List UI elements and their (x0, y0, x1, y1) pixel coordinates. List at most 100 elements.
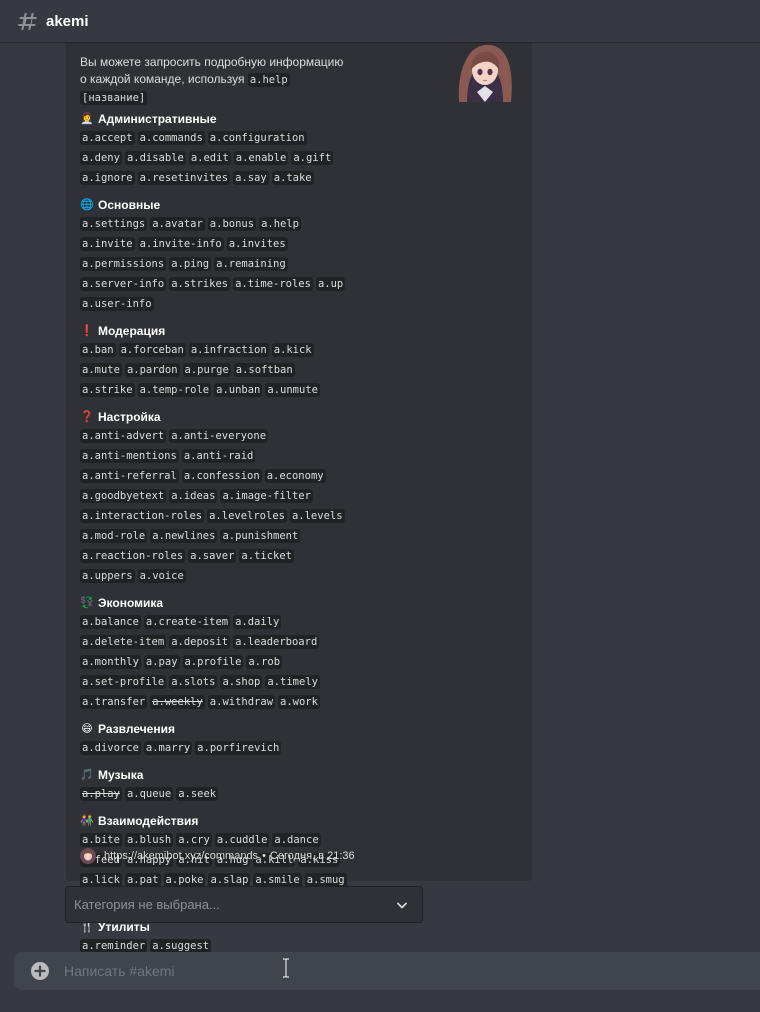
command-code: a.strikes (169, 277, 231, 291)
command-code: a.marry (143, 741, 193, 755)
command-code: a.mod-role (80, 529, 148, 543)
command-code: a.cuddle (214, 833, 270, 847)
category-emoji-icon: 😄 (81, 723, 93, 735)
command-code: a.temp-role (137, 383, 212, 397)
command-code: a.pat (124, 873, 161, 887)
command-code: a.dance (272, 833, 321, 847)
category-title-text: Административные (98, 112, 217, 126)
command-code: a.withdraw (207, 695, 276, 709)
command-list: a.ban a.forceban a.infraction a.kick a.m… (80, 342, 350, 402)
category-block: 😄 Развлечения a.divorce a.marry a.porfirev… (80, 720, 350, 760)
command-code: a.play (80, 787, 122, 801)
command-code: a.queue (124, 787, 174, 801)
footer-separator: • (262, 850, 266, 862)
command-code: a.daily (233, 615, 282, 629)
command-code: a.cry (176, 833, 212, 847)
command-code: a.slap (208, 873, 251, 887)
command-code: a.strike (80, 383, 135, 397)
command-code: a.server-info (80, 277, 167, 291)
description-text: Вы можете запросить подробную информацию… (80, 55, 344, 86)
category-title-text: Экономика (98, 596, 164, 610)
category-emoji-icon: ❗ (80, 325, 94, 337)
command-code: a.ban (80, 343, 116, 357)
category-title-text: Основные (98, 198, 161, 212)
category-emoji-icon: ❓ (80, 411, 94, 423)
category-select-placeholder: Категория не выбрана... (74, 897, 220, 912)
channel-name: akemi (46, 12, 89, 30)
command-code: a.resetinvites (137, 171, 231, 185)
category-block: ❓ Настройка a.anti-advert a.anti-everyone … (80, 408, 350, 588)
category-title: ❓ Настройка (80, 408, 350, 426)
command-code: a.anti-raid (181, 449, 256, 463)
command-code: a.disable (124, 151, 186, 165)
footer-timestamp: Сегодня, в 21:36 (269, 850, 355, 862)
category-block: 🎵 Музыка a.play a.queue a.seek (80, 766, 350, 806)
text-cursor-icon (283, 958, 289, 978)
command-code: a.configuration (207, 131, 307, 145)
command-code: a.monthly (80, 655, 141, 669)
command-code: a.deposit (169, 635, 231, 649)
command-code: a.softban (233, 363, 295, 377)
command-code: a.purge (182, 363, 231, 377)
command-code: a.economy (264, 469, 326, 483)
command-code: a.uppers (80, 569, 135, 583)
command-code: a.unmute (265, 383, 320, 397)
command-code: a.pardon (124, 363, 180, 377)
command-code: a.reminder (80, 939, 148, 953)
category-title: 👫 Взаимодействия (80, 812, 350, 830)
category-emoji-icon: 🎵 (80, 769, 94, 781)
command-code: a.goodbyetext (80, 489, 167, 503)
command-code: a.transfer (80, 695, 148, 709)
command-code: a.lick (80, 873, 122, 887)
category-emoji-icon: 🌐 (80, 199, 94, 211)
command-list: a.anti-advert a.anti-everyone a.anti-men… (80, 428, 350, 588)
category-title: 🌐 Основные (80, 196, 350, 214)
command-code: a.porfirevich (195, 741, 282, 755)
add-circle-icon[interactable] (28, 959, 52, 983)
command-code: a.image-filter (220, 489, 313, 503)
embed-description: Вы можете запросить подробную информацию… (80, 54, 350, 107)
command-code: a.avatar (150, 217, 205, 231)
command-code: a.enable (233, 151, 289, 165)
command-code: a.newlines (150, 529, 218, 543)
command-code: a.remaining (214, 257, 288, 271)
help-command-code: a.help (247, 73, 290, 87)
command-code: a.suggest (150, 939, 212, 953)
command-code: a.balance (80, 615, 141, 629)
command-code: a.smug (304, 873, 347, 887)
category-title: 💱 Экономика (80, 594, 350, 612)
category-title: 🎵 Музыка (80, 766, 350, 784)
command-code: a.time-roles (233, 277, 313, 291)
category-emoji-icon: 👩‍💼 (80, 113, 94, 125)
command-code: a.levels (289, 509, 345, 523)
command-code: a.accept (80, 131, 135, 145)
category-emoji-icon: 💱 (80, 597, 94, 609)
command-code: a.ideas (169, 489, 218, 503)
category-block: 👩‍💼 Административные a.accept a.commands a… (80, 110, 350, 190)
command-code: a.voice (137, 569, 186, 583)
command-code: a.anti-mentions (80, 449, 179, 463)
command-code: a.edit (188, 151, 231, 165)
category-title: 😄 Развлечения (80, 720, 350, 738)
footer-url[interactable]: https://akemibot.xyz/commands (104, 850, 258, 862)
command-code: a.forceban (118, 343, 186, 357)
command-code: a.divorce (80, 741, 141, 755)
command-code: a.user-info (80, 297, 154, 311)
bot-thumbnail[interactable] (449, 40, 519, 102)
command-code: a.timely (265, 675, 320, 689)
command-code: a.permissions (80, 257, 167, 271)
category-block: 💱 Экономика a.balance a.create-item a.dail… (80, 594, 350, 714)
channel-header: akemi (0, 0, 760, 42)
category-title-text: Модерация (98, 324, 166, 338)
category-title-text: Настройка (98, 410, 161, 424)
command-code: a.invite-info (137, 237, 224, 251)
command-code: a.take (271, 171, 314, 185)
command-code: a.pay (143, 655, 180, 669)
command-code: a.ignore (80, 171, 135, 185)
category-select[interactable]: Категория не выбрана... (65, 886, 423, 923)
message-input[interactable] (62, 962, 666, 980)
command-code: a.anti-referral (80, 469, 179, 483)
command-code: a.punishment (220, 529, 301, 543)
footer-avatar (80, 848, 96, 864)
command-code: a.bonus (207, 217, 257, 231)
